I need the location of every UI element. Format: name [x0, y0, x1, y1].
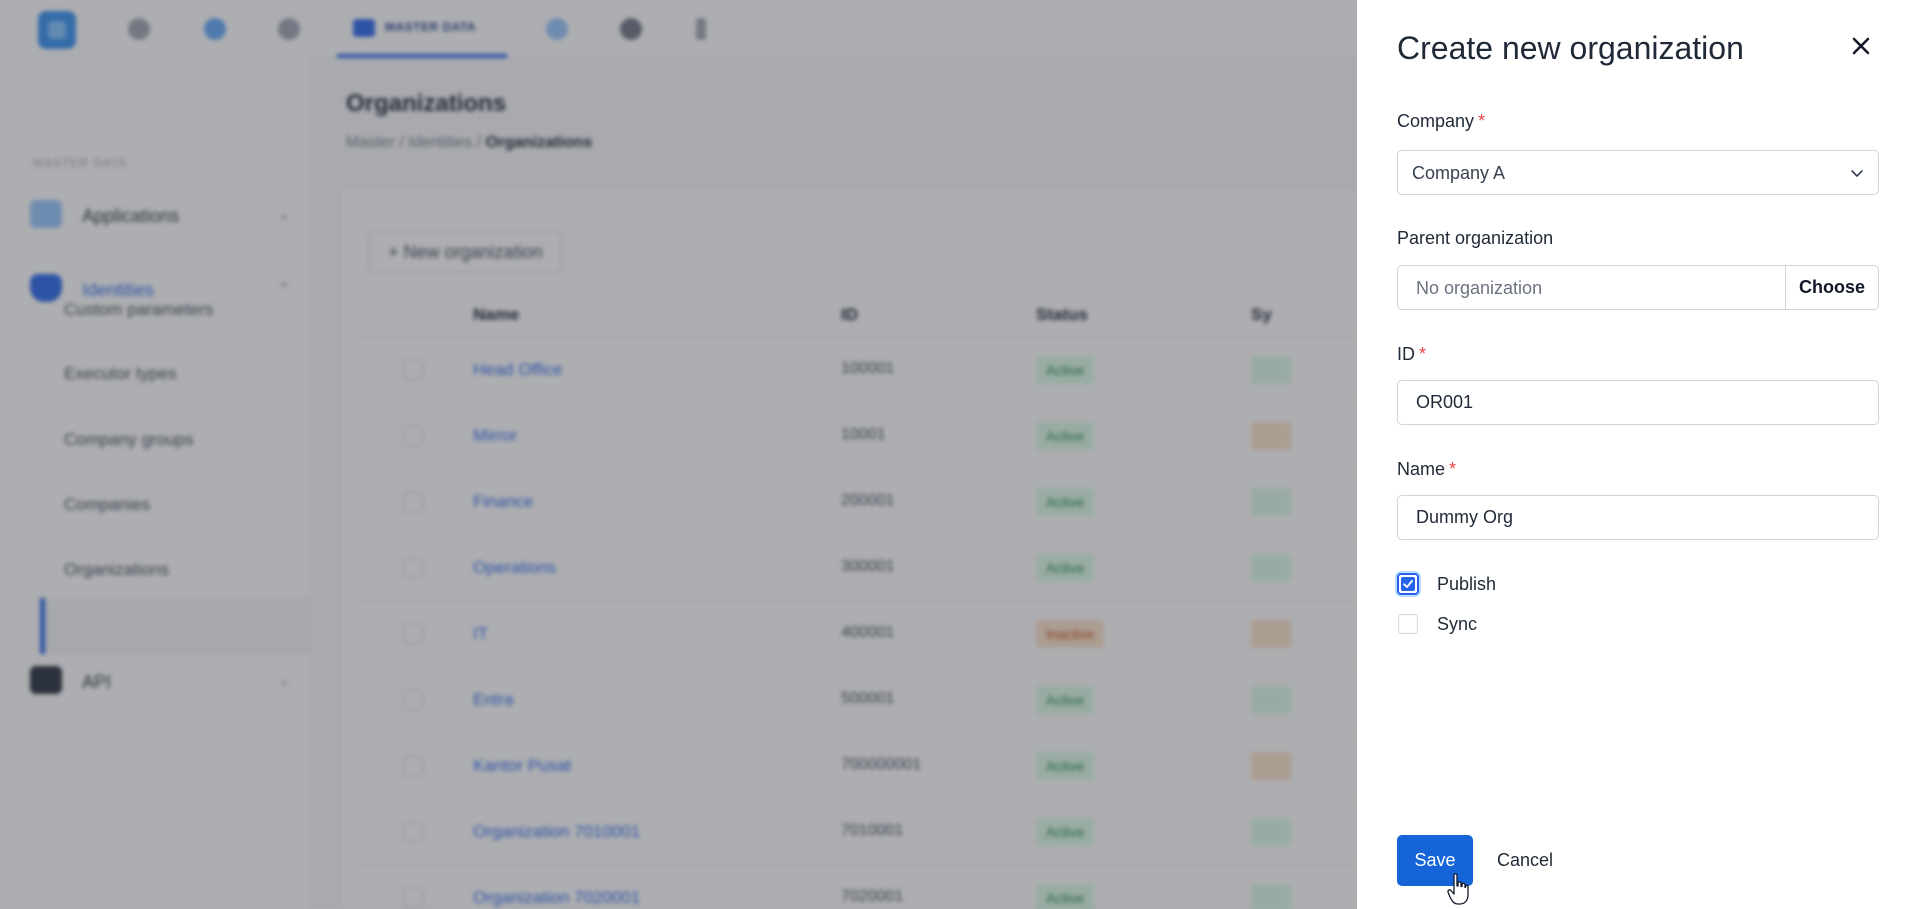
name-input[interactable]: [1397, 495, 1879, 540]
id-input[interactable]: [1397, 380, 1879, 425]
checkmark-icon: [1403, 580, 1413, 588]
drawer-title: Create new organization: [1397, 30, 1744, 66]
required-mark: *: [1478, 111, 1486, 131]
company-label: Company *: [1397, 111, 1485, 132]
required-mark: *: [1419, 344, 1427, 364]
cancel-button[interactable]: Cancel: [1497, 835, 1553, 886]
company-label-text: Company: [1397, 111, 1475, 131]
choose-button[interactable]: Choose: [1785, 265, 1879, 310]
company-select[interactable]: Company A: [1397, 150, 1879, 195]
close-icon: [1852, 37, 1870, 55]
publish-label[interactable]: Publish: [1437, 574, 1496, 595]
sync-label[interactable]: Sync: [1437, 614, 1477, 635]
publish-checkbox[interactable]: [1397, 573, 1419, 595]
parent-organization-placeholder: No organization: [1416, 278, 1543, 298]
chevron-down-icon: [1851, 170, 1863, 177]
required-mark: *: [1449, 459, 1457, 479]
id-label: ID *: [1397, 344, 1426, 365]
close-button[interactable]: [1845, 30, 1877, 62]
sync-checkbox[interactable]: [1398, 614, 1418, 634]
parent-organization-picker: No organization Choose: [1397, 265, 1879, 310]
create-organization-drawer: Create new organization Company * Company…: [1357, 0, 1917, 909]
name-label-text: Name: [1397, 459, 1446, 479]
id-label-text: ID: [1397, 344, 1415, 364]
name-label: Name *: [1397, 459, 1456, 480]
company-select-value: Company A: [1412, 163, 1506, 183]
parent-organization-label: Parent organization: [1397, 228, 1554, 248]
hand-cursor-icon: [1447, 873, 1469, 905]
parent-organization-field[interactable]: No organization: [1397, 265, 1785, 310]
